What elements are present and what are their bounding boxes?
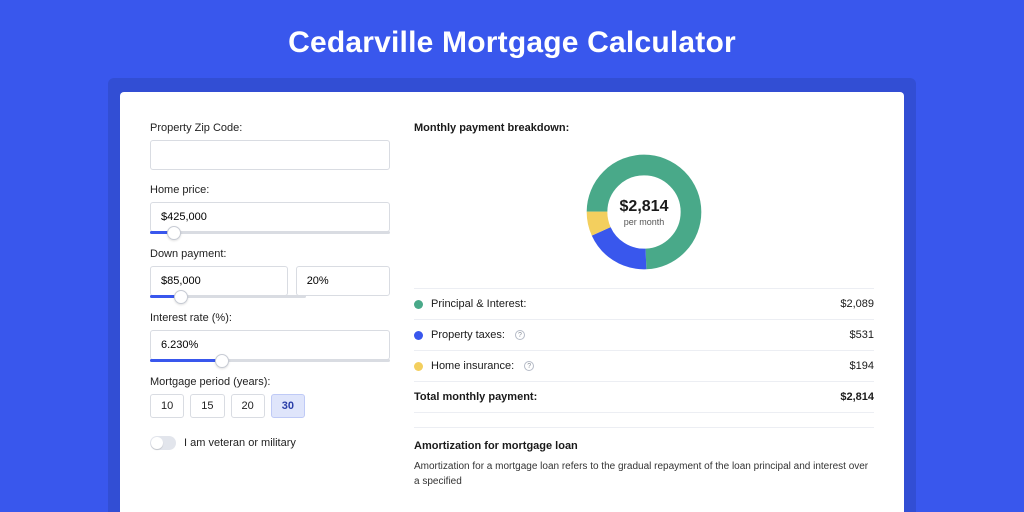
home-price-input[interactable] [150,202,390,232]
legend-dot [414,331,423,340]
breakdown-row: Principal & Interest: $2,089 [414,289,874,320]
slider-thumb[interactable] [174,290,188,304]
slider-thumb[interactable] [167,226,181,240]
breakdown-label: Property taxes: [431,329,505,341]
home-price-slider[interactable] [150,231,390,234]
field-home-price: Home price: [150,184,390,234]
field-mortgage-period: Mortgage period (years): 1015 2030 [150,376,390,418]
breakdown-total-label: Total monthly payment: [414,391,537,403]
breakdown-row: Home insurance:? $194 [414,351,874,382]
breakdown-list: Principal & Interest: $2,089 Property taxe… [414,288,874,413]
form-panel: Property Zip Code: Home price: Down paym… [150,122,390,512]
interest-rate-slider[interactable] [150,359,390,362]
mortgage-period-label: Mortgage period (years): [150,376,390,388]
legend-dot [414,300,423,309]
legend-dot [414,362,423,371]
field-veteran: I am veteran or military [150,436,390,450]
period-option-10[interactable]: 10 [150,394,184,418]
toggle-knob [151,437,163,449]
donut-wrap: $2,814 per month [414,144,874,288]
breakdown-label: Principal & Interest: [431,298,526,310]
interest-rate-input[interactable] [150,330,390,360]
amortization-title: Amortization for mortgage loan [414,440,874,452]
breakdown-value: $194 [850,360,874,372]
down-payment-label: Down payment: [150,248,390,260]
period-option-15[interactable]: 15 [190,394,224,418]
breakdown-title: Monthly payment breakdown: [414,122,874,134]
down-payment-amount-input[interactable] [150,266,288,296]
veteran-toggle[interactable] [150,436,176,450]
field-down-payment: Down payment: [150,248,390,298]
period-option-20[interactable]: 20 [231,394,265,418]
interest-rate-label: Interest rate (%): [150,312,390,324]
period-option-30[interactable]: 30 [271,394,305,418]
breakdown-total-value: $2,814 [840,391,874,403]
breakdown-value: $531 [850,329,874,341]
breakdown-total-row: Total monthly payment: $2,814 [414,382,874,413]
breakdown-label: Home insurance: [431,360,514,372]
breakdown-row: Property taxes:? $531 [414,320,874,351]
card-shadow: Property Zip Code: Home price: Down paym… [108,78,916,512]
section-divider [414,427,874,428]
amortization-body: Amortization for a mortgage loan refers … [414,460,874,489]
page-title: Cedarville Mortgage Calculator [0,0,1024,78]
info-icon[interactable]: ? [524,361,534,371]
donut-center: $2,814 per month [582,150,706,274]
payment-donut-chart: $2,814 per month [582,150,706,274]
breakdown-value: $2,089 [840,298,874,310]
field-zip: Property Zip Code: [150,122,390,170]
down-payment-slider[interactable] [150,295,306,298]
zip-input[interactable] [150,140,390,170]
mortgage-period-options: 1015 2030 [150,394,390,418]
slider-thumb[interactable] [215,354,229,368]
field-interest-rate: Interest rate (%): [150,312,390,362]
home-price-label: Home price: [150,184,390,196]
breakdown-panel: Monthly payment breakdown: $2,814 per mo… [414,122,874,512]
calculator-card: Property Zip Code: Home price: Down paym… [120,92,904,512]
donut-sub: per month [624,217,665,227]
info-icon[interactable]: ? [515,330,525,340]
veteran-label: I am veteran or military [184,437,296,449]
down-payment-percent-input[interactable] [296,266,390,296]
zip-label: Property Zip Code: [150,122,390,134]
donut-amount: $2,814 [620,198,669,216]
